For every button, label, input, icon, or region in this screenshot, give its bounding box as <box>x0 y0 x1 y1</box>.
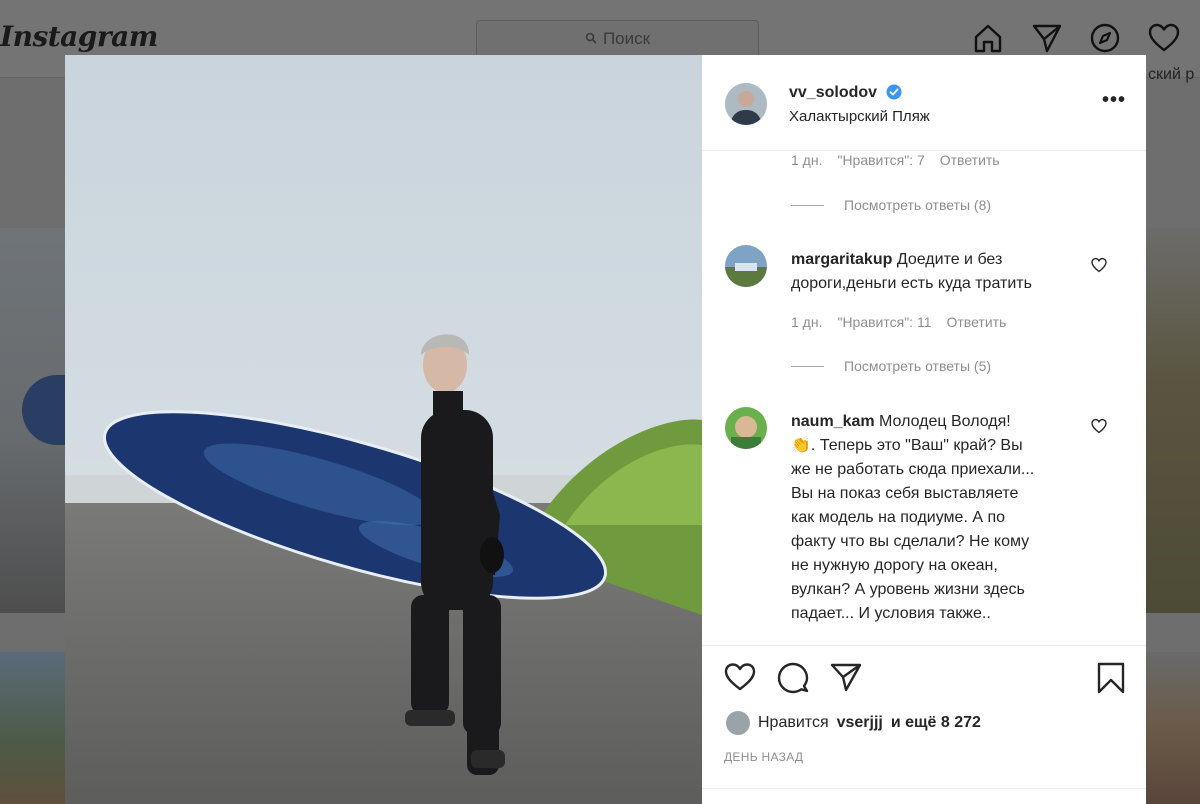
reply-button[interactable]: Ответить <box>940 152 1000 168</box>
divider-line <box>791 204 824 206</box>
comment-text-line: Молодец Володя! <box>879 413 1011 430</box>
comment-text-line: падает... И условия также.. <box>791 605 991 622</box>
commenter-username[interactable]: margaritakup <box>791 251 892 268</box>
reply-button[interactable]: Ответить <box>947 314 1007 330</box>
share-direct-icon[interactable] <box>830 662 862 697</box>
background-tile[interactable] <box>1146 652 1200 804</box>
verified-badge-icon <box>886 84 902 100</box>
like-comment-heart-icon[interactable] <box>1090 417 1108 435</box>
like-comment-heart-icon[interactable] <box>1090 256 1108 274</box>
explore-icon[interactable] <box>1089 22 1121 54</box>
likes-summary[interactable]: Нравится vserjjj и ещё 8 272 <box>726 711 981 735</box>
post-header: vv_solodov Халактырский Пляж ••• <box>702 55 1146 151</box>
view-replies-button[interactable]: Посмотреть ответы (5) <box>791 358 991 374</box>
comment-text-line: 👏. Теперь это "Ваш" край? Вы <box>791 437 1023 454</box>
commenter-avatar[interactable] <box>725 245 767 287</box>
comment-likes-count[interactable]: "Нравится": 7 <box>837 152 924 168</box>
comment-meta: 1 дн. "Нравится": 7 Ответить <box>791 152 1000 168</box>
like-heart-icon[interactable] <box>724 662 756 697</box>
comment-text-line: не нужную дорогу на океан, <box>791 557 998 574</box>
comment-text-line: вулкан? А уровень жизни здесь <box>791 581 1025 598</box>
comment-meta: 1 дн. "Нравится": 11 Ответить <box>791 314 1006 330</box>
add-comment-area[interactable] <box>702 788 1146 804</box>
comment-text-line: дороги,деньги есть куда тратить <box>791 275 1032 292</box>
comment-age: 1 дн. <box>791 152 823 168</box>
view-replies-button[interactable]: Посмотреть ответы (8) <box>791 197 991 213</box>
author-username[interactable]: vv_solodov <box>789 84 877 102</box>
commenter-username[interactable]: naum_kam <box>791 413 875 430</box>
comment-body: margaritakup Доедите и без дороги,деньги… <box>791 248 1032 296</box>
divider-line <box>791 365 824 367</box>
liker-username[interactable]: vserjjj <box>837 714 883 732</box>
search-icon <box>585 29 597 49</box>
comment-bubble-icon[interactable] <box>777 662 809 699</box>
background-peek-text: ский р <box>1148 66 1195 83</box>
likes-suffix[interactable]: и ещё 8 272 <box>891 714 981 732</box>
comment-age: 1 дн. <box>791 314 823 330</box>
post-photo[interactable] <box>65 55 702 804</box>
comment-text-line: как модель на подиуме. А по <box>791 509 1006 526</box>
author-avatar[interactable] <box>725 83 767 125</box>
direct-icon[interactable] <box>1031 22 1063 54</box>
view-replies-label: Посмотреть ответы (8) <box>844 197 992 213</box>
background-tile[interactable] <box>1146 228 1200 613</box>
activity-heart-icon[interactable] <box>1147 22 1181 54</box>
likes-prefix: Нравится <box>758 714 829 731</box>
search-box[interactable]: Поиск <box>476 20 759 58</box>
view-replies-label: Посмотреть ответы (5) <box>844 358 992 374</box>
commenter-avatar[interactable] <box>725 407 767 449</box>
post-details-panel: vv_solodov Халактырский Пляж ••• 1 дн. "… <box>702 55 1146 804</box>
comment-likes-count[interactable]: "Нравится": 11 <box>837 314 931 330</box>
more-options-button[interactable]: ••• <box>1102 90 1126 110</box>
post-location[interactable]: Халактырский Пляж <box>789 108 930 125</box>
save-bookmark-icon[interactable] <box>1096 662 1126 699</box>
comment-text-line: же не работать сюда приехали... <box>791 461 1035 478</box>
search-placeholder: Поиск <box>602 29 651 48</box>
comment-body: naum_kam Молодец Володя! 👏. Теперь это "… <box>791 410 1091 626</box>
liker-avatar[interactable] <box>726 711 750 735</box>
instagram-logo[interactable]: Instagram <box>0 20 158 53</box>
comment-text-line: факту что вы сделали? Не кому <box>791 533 1030 550</box>
post-actions: Нравится vserjjj и ещё 8 272 ДЕНЬ НАЗАД <box>702 645 1146 804</box>
background-tile[interactable] <box>0 652 65 804</box>
surfer-beach-image <box>65 55 702 804</box>
post-timestamp[interactable]: ДЕНЬ НАЗАД <box>724 750 803 764</box>
comment-text-line: Вы на показ себя выставляете <box>791 485 1019 502</box>
comment-text-line: Доедите и без <box>896 251 1003 268</box>
home-icon[interactable] <box>972 22 1004 54</box>
